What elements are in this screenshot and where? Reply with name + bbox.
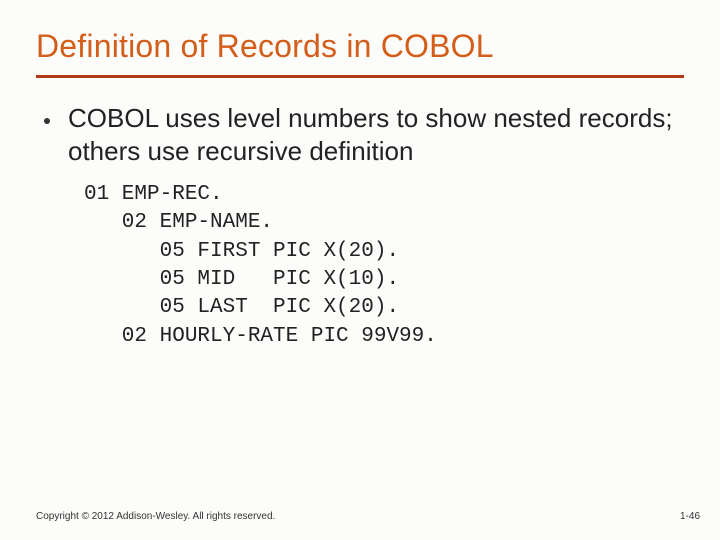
code-block: 01 EMP-REC. 02 EMP-NAME. 05 FIRST PIC X(… <box>84 181 684 351</box>
title-rule <box>36 75 684 78</box>
bullet-item: COBOL uses level numbers to show nested … <box>44 102 684 167</box>
bullet-dot-icon <box>44 118 50 124</box>
slide: Definition of Records in COBOL COBOL use… <box>0 0 720 540</box>
slide-title: Definition of Records in COBOL <box>36 28 684 65</box>
copyright-footer: Copyright © 2012 Addison-Wesley. All rig… <box>36 511 275 522</box>
bullet-text: COBOL uses level numbers to show nested … <box>68 102 684 167</box>
page-number: 1-46 <box>680 511 700 522</box>
